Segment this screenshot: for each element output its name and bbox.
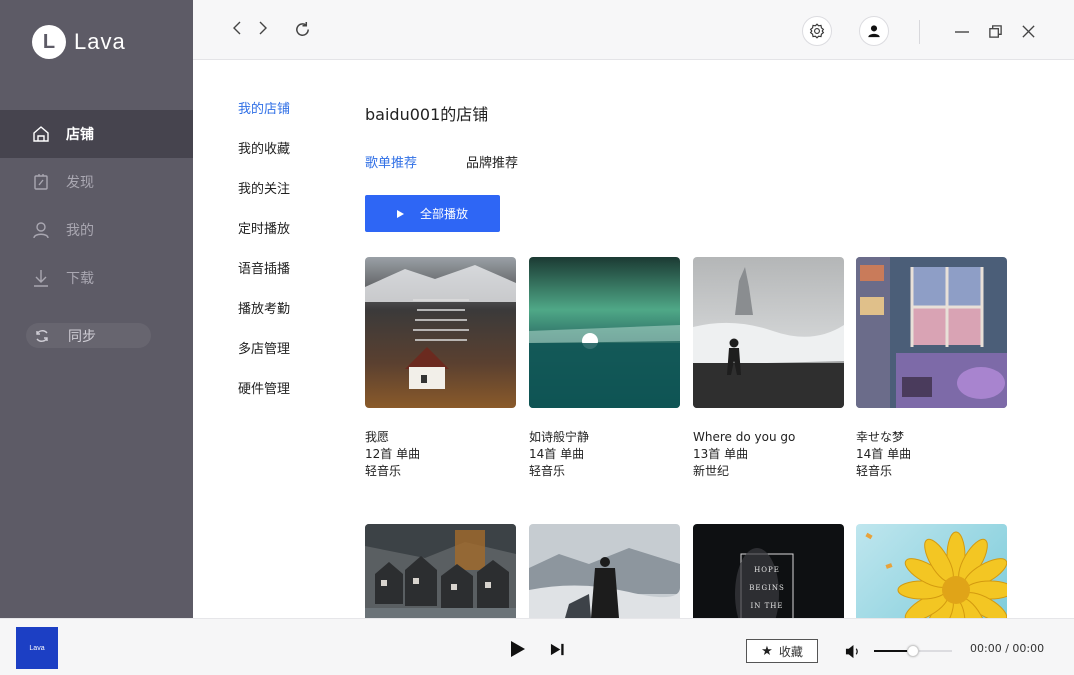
playlist-cover[interactable]	[529, 257, 680, 408]
discover-icon	[32, 173, 50, 191]
sync-icon	[34, 328, 50, 344]
playlist-name: 幸せな梦	[856, 430, 905, 444]
gear-icon	[809, 23, 825, 39]
page-title: baidu001的店铺	[365, 105, 489, 124]
submenu-multi-store[interactable]: 多店管理	[238, 338, 290, 357]
playlist-name: 如诗般宁静	[529, 430, 590, 444]
close-button[interactable]	[1019, 22, 1037, 40]
submenu-my-store[interactable]: 我的店铺	[238, 98, 290, 117]
store-icon	[32, 125, 50, 143]
playlist-genre: 轻音乐	[529, 464, 566, 478]
sidebar-item-download[interactable]: 下载	[0, 254, 193, 302]
submenu-following[interactable]: 我的关注	[238, 178, 290, 197]
forward-button[interactable]	[255, 18, 271, 38]
submenu-scheduled-play[interactable]: 定时播放	[238, 218, 290, 237]
play-button[interactable]	[508, 639, 528, 659]
user-avatar-icon	[868, 25, 880, 38]
hope-line-3: IN THE	[751, 602, 784, 610]
sidebar-item-label: 店铺	[66, 127, 94, 143]
close-icon	[1021, 24, 1035, 38]
top-bar	[193, 0, 1074, 60]
volume-knob[interactable]	[907, 645, 919, 657]
volume-icon	[845, 644, 858, 658]
user-icon	[32, 221, 50, 239]
chevron-right-icon	[259, 21, 267, 35]
logo-mark: L	[32, 25, 66, 59]
playlist-cover[interactable]	[856, 524, 1007, 618]
sync-label: 同步	[68, 328, 96, 345]
playlist-count: 12首 单曲	[365, 447, 421, 461]
volume-slider[interactable]	[874, 645, 952, 657]
player-bar: Lava ★ 收藏 00:00 / 00:00	[0, 618, 1074, 675]
minimize-icon	[955, 31, 969, 33]
account-button[interactable]	[859, 16, 889, 46]
playlist-card[interactable]: Where do you go 13首 单曲 新世纪	[693, 257, 844, 480]
chevron-left-icon	[233, 21, 241, 35]
playlist-cover[interactable]	[365, 524, 516, 618]
toolbar-divider	[919, 20, 920, 44]
volume-button[interactable]	[843, 643, 861, 659]
sidebar-item-label: 我的	[66, 223, 94, 239]
submenu-play-attendance[interactable]: 播放考勤	[238, 298, 290, 317]
submenu-voice-insert[interactable]: 语音插播	[238, 258, 290, 277]
playlist-card[interactable]: 如诗般宁静 14首 单曲 轻音乐	[529, 257, 680, 480]
playlist-cover[interactable]	[693, 257, 844, 408]
hope-line-1: HOPE	[754, 566, 780, 574]
play-icon	[396, 209, 404, 218]
sidebar-item-mine[interactable]: 我的	[0, 206, 193, 254]
playlist-cover[interactable]	[856, 257, 1007, 408]
playlist-count: 14首 单曲	[529, 447, 585, 461]
playlist-cover[interactable]	[365, 257, 516, 408]
playlist-card[interactable]: 幸せな梦 14首 单曲 轻音乐	[856, 257, 1007, 480]
download-icon	[32, 269, 50, 287]
refresh-button[interactable]	[291, 18, 313, 40]
playlist-name: 我愿	[365, 430, 390, 444]
favorite-button[interactable]: ★ 收藏	[746, 639, 818, 663]
favorite-label: 收藏	[778, 644, 803, 659]
play-all-button[interactable]: 全部播放	[365, 195, 500, 232]
thumbnail-logo-text: Lava	[29, 644, 45, 652]
playlist-name: Where do you go	[693, 430, 796, 444]
playback-time: 00:00 / 00:00	[970, 642, 1045, 655]
sidebar: L Lava 店铺 发现 我的 下载 同步	[0, 0, 193, 618]
playlist-cover[interactable]: HOPE BEGINS IN THE	[693, 524, 844, 618]
restore-button[interactable]	[986, 22, 1004, 40]
sidebar-item-discover[interactable]: 发现	[0, 158, 193, 206]
tab-brand-recommend[interactable]: 品牌推荐	[466, 152, 518, 171]
sidebar-item-label: 下载	[66, 271, 94, 287]
submenu-hardware[interactable]: 硬件管理	[238, 378, 290, 397]
sidebar-item-label: 发现	[66, 175, 94, 191]
play-all-label: 全部播放	[419, 207, 468, 221]
submenu-favorites[interactable]: 我的收藏	[238, 138, 290, 157]
playlist-count: 13首 单曲	[693, 447, 749, 461]
playlist-count: 14首 单曲	[856, 447, 912, 461]
playlist-genre: 轻音乐	[365, 464, 402, 478]
app-logo: L Lava	[32, 25, 126, 59]
star-icon: ★	[761, 643, 773, 659]
play-icon	[511, 641, 525, 657]
sync-button[interactable]: 同步	[26, 323, 151, 348]
playlist-cover[interactable]	[529, 524, 680, 618]
restore-icon	[988, 24, 1002, 38]
hope-line-2: BEGINS	[749, 584, 785, 592]
playlist-genre: 新世纪	[693, 464, 730, 478]
sidebar-item-store[interactable]: 店铺	[0, 110, 193, 158]
now-playing-thumbnail[interactable]: Lava	[16, 627, 58, 669]
tab-playlist-recommend[interactable]: 歌单推荐	[365, 152, 417, 171]
refresh-icon	[295, 21, 309, 36]
playlist-genre: 轻音乐	[856, 464, 893, 478]
next-button[interactable]	[548, 640, 566, 658]
settings-button[interactable]	[802, 16, 832, 46]
playlist-card[interactable]: 我愿 12首 单曲 轻音乐	[365, 257, 516, 480]
back-button[interactable]	[229, 18, 245, 38]
minimize-button[interactable]	[953, 22, 971, 40]
skip-next-icon	[550, 643, 564, 655]
logo-text: Lava	[74, 29, 126, 54]
